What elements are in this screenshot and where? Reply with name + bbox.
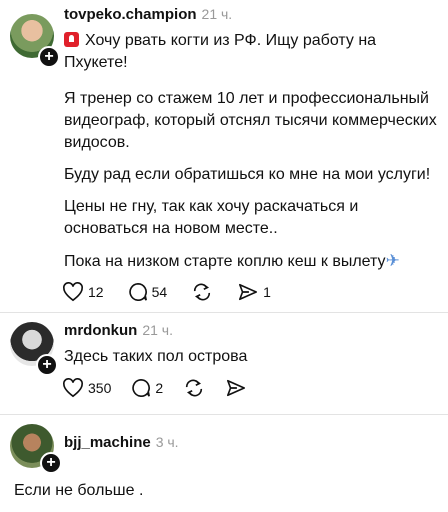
- follow-plus-icon[interactable]: +: [38, 46, 60, 68]
- post-text: Если не больше .: [14, 482, 144, 499]
- repost-button[interactable]: [191, 282, 213, 302]
- heart-icon: [63, 378, 83, 398]
- repost-icon: [186, 379, 203, 397]
- username[interactable]: mrdonkun: [64, 322, 137, 339]
- post-header: tovpeko.champion 21 ч.: [64, 6, 232, 24]
- airplane-icon: ✈: [385, 251, 400, 270]
- post-paragraph: Цены не гну, так как хочу раскачаться и …: [64, 198, 359, 237]
- share-count: 1: [263, 284, 271, 300]
- post-paragraph: Я тренер со стажем 10 лет и профессионал…: [64, 90, 437, 151]
- comment-icon: [128, 282, 147, 301]
- username[interactable]: bjj_machine: [64, 434, 151, 451]
- post-actions: 12 54 1: [62, 282, 285, 302]
- post-header: mrdonkun 21 ч.: [64, 322, 173, 340]
- send-icon: [227, 379, 246, 397]
- share-button[interactable]: 1: [237, 282, 271, 302]
- siren-icon: [64, 32, 79, 47]
- post-actions: 350 2: [62, 378, 261, 398]
- reply-button[interactable]: 2: [131, 378, 163, 398]
- like-count: 12: [88, 284, 104, 300]
- repost-icon: [194, 283, 211, 301]
- like-button[interactable]: 12: [62, 282, 104, 302]
- username[interactable]: tovpeko.champion: [64, 6, 197, 23]
- heart-icon: [63, 282, 83, 302]
- post-paragraph: Буду рад если обратишься ко мне на мои у…: [64, 166, 431, 183]
- comment-icon: [132, 378, 151, 397]
- reply-button[interactable]: 54: [128, 282, 168, 302]
- post-paragraph: Пока на низком старте коплю кеш к вылету…: [64, 251, 400, 270]
- divider: [0, 414, 448, 415]
- post-header: bjj_machine 3 ч.: [64, 434, 179, 452]
- follow-plus-icon[interactable]: +: [36, 354, 58, 376]
- like-button[interactable]: 350: [62, 378, 111, 398]
- timestamp: 21 ч.: [201, 6, 233, 22]
- timestamp: 3 ч.: [155, 434, 179, 450]
- like-count: 350: [88, 380, 112, 396]
- reply-count: 54: [151, 284, 168, 300]
- share-button[interactable]: [225, 378, 247, 398]
- divider: [0, 312, 448, 313]
- post-paragraph: Хочу рвать когти из РФ. Ищу работу на Пх…: [64, 32, 377, 71]
- send-icon: [239, 283, 258, 301]
- repost-button[interactable]: [183, 378, 205, 398]
- timestamp: 21 ч.: [142, 322, 173, 338]
- follow-plus-icon[interactable]: +: [40, 452, 62, 474]
- post-text: Здесь таких пол острова: [64, 348, 248, 365]
- reply-count: 2: [155, 380, 164, 396]
